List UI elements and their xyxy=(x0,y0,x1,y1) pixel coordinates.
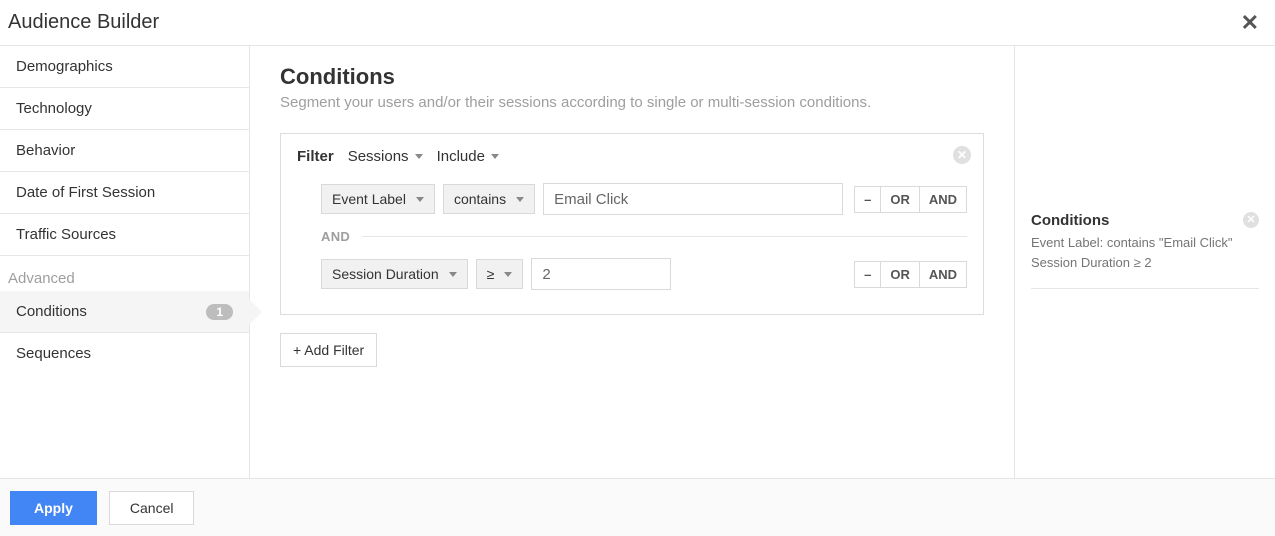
cancel-button[interactable]: Cancel xyxy=(109,491,195,525)
remove-row-button[interactable]: – xyxy=(855,187,880,212)
and-button[interactable]: AND xyxy=(919,187,966,212)
filter-mode-value: Include xyxy=(437,148,485,165)
conditions-count-badge: 1 xyxy=(206,304,233,320)
main-panel: Conditions Segment your users and/or the… xyxy=(250,46,1015,478)
or-button[interactable]: OR xyxy=(880,187,919,212)
summary-card: ✕ Conditions Event Label: contains "Emai… xyxy=(1031,212,1259,289)
condition-row: Event Label contains – OR AND xyxy=(321,183,967,215)
chevron-down-icon xyxy=(516,197,524,202)
summary-line: Session Duration ≥ 2 xyxy=(1031,253,1259,273)
filter-header: Filter Sessions Include xyxy=(297,148,967,165)
dialog-body: Demographics Technology Behavior Date of… xyxy=(0,46,1275,478)
operator-dropdown[interactable]: ≥ xyxy=(476,259,524,289)
value-input[interactable] xyxy=(531,258,671,290)
remove-row-button[interactable]: – xyxy=(855,262,880,287)
dimension-value: Event Label xyxy=(332,191,406,207)
or-button[interactable]: OR xyxy=(880,262,919,287)
sidebar-group-advanced: Advanced xyxy=(0,256,249,291)
condition-row: Session Duration ≥ – OR AND xyxy=(321,258,967,290)
summary-title: Conditions xyxy=(1031,212,1259,229)
remove-summary-icon[interactable]: ✕ xyxy=(1243,212,1259,228)
filter-scope-value: Sessions xyxy=(348,148,409,165)
conjunction-divider: AND xyxy=(321,229,967,244)
chevron-down-icon xyxy=(491,154,499,159)
sidebar-item-traffic-sources[interactable]: Traffic Sources xyxy=(0,214,249,256)
chevron-down-icon xyxy=(416,197,424,202)
filter-label: Filter xyxy=(297,148,334,165)
chevron-down-icon xyxy=(504,272,512,277)
apply-button[interactable]: Apply xyxy=(10,491,97,525)
divider-line xyxy=(362,236,967,237)
sidebar-item-demographics[interactable]: Demographics xyxy=(0,46,249,88)
dimension-value: Session Duration xyxy=(332,266,439,282)
sidebar-item-technology[interactable]: Technology xyxy=(0,88,249,130)
sidebar: Demographics Technology Behavior Date of… xyxy=(0,46,250,478)
main-subtitle: Segment your users and/or their sessions… xyxy=(280,94,984,111)
sidebar-item-sequences[interactable]: Sequences xyxy=(0,333,249,374)
sidebar-item-conditions[interactable]: Conditions 1 xyxy=(0,291,249,333)
remove-filter-icon[interactable]: ✕ xyxy=(953,146,971,164)
operator-dropdown[interactable]: contains xyxy=(443,184,535,214)
dialog-footer: Apply Cancel xyxy=(0,478,1275,536)
chevron-down-icon xyxy=(449,272,457,277)
filter-card: ✕ Filter Sessions Include Event Label xyxy=(280,133,984,315)
dialog-title: Audience Builder xyxy=(8,11,159,34)
filter-mode-dropdown[interactable]: Include xyxy=(437,148,499,165)
summary-line: Event Label: contains "Email Click" xyxy=(1031,233,1259,253)
summary-panel: ✕ Conditions Event Label: contains "Emai… xyxy=(1015,46,1275,478)
and-button[interactable]: AND xyxy=(919,262,966,287)
dimension-dropdown[interactable]: Session Duration xyxy=(321,259,468,289)
dialog-header: Audience Builder ✕ xyxy=(0,0,1275,46)
operator-value: contains xyxy=(454,191,506,207)
row-op-group: – OR AND xyxy=(854,261,967,288)
conjunction-label: AND xyxy=(321,229,350,244)
dimension-dropdown[interactable]: Event Label xyxy=(321,184,435,214)
operator-value: ≥ xyxy=(487,266,495,282)
sidebar-item-date-first-session[interactable]: Date of First Session xyxy=(0,172,249,214)
chevron-down-icon xyxy=(415,154,423,159)
row-op-group: – OR AND xyxy=(854,186,967,213)
sidebar-item-behavior[interactable]: Behavior xyxy=(0,130,249,172)
value-input[interactable] xyxy=(543,183,843,215)
sidebar-item-label: Conditions xyxy=(16,303,87,320)
close-icon[interactable]: ✕ xyxy=(1241,10,1259,36)
add-filter-button[interactable]: + Add Filter xyxy=(280,333,377,367)
main-title: Conditions xyxy=(280,64,984,90)
filter-scope-dropdown[interactable]: Sessions xyxy=(348,148,423,165)
